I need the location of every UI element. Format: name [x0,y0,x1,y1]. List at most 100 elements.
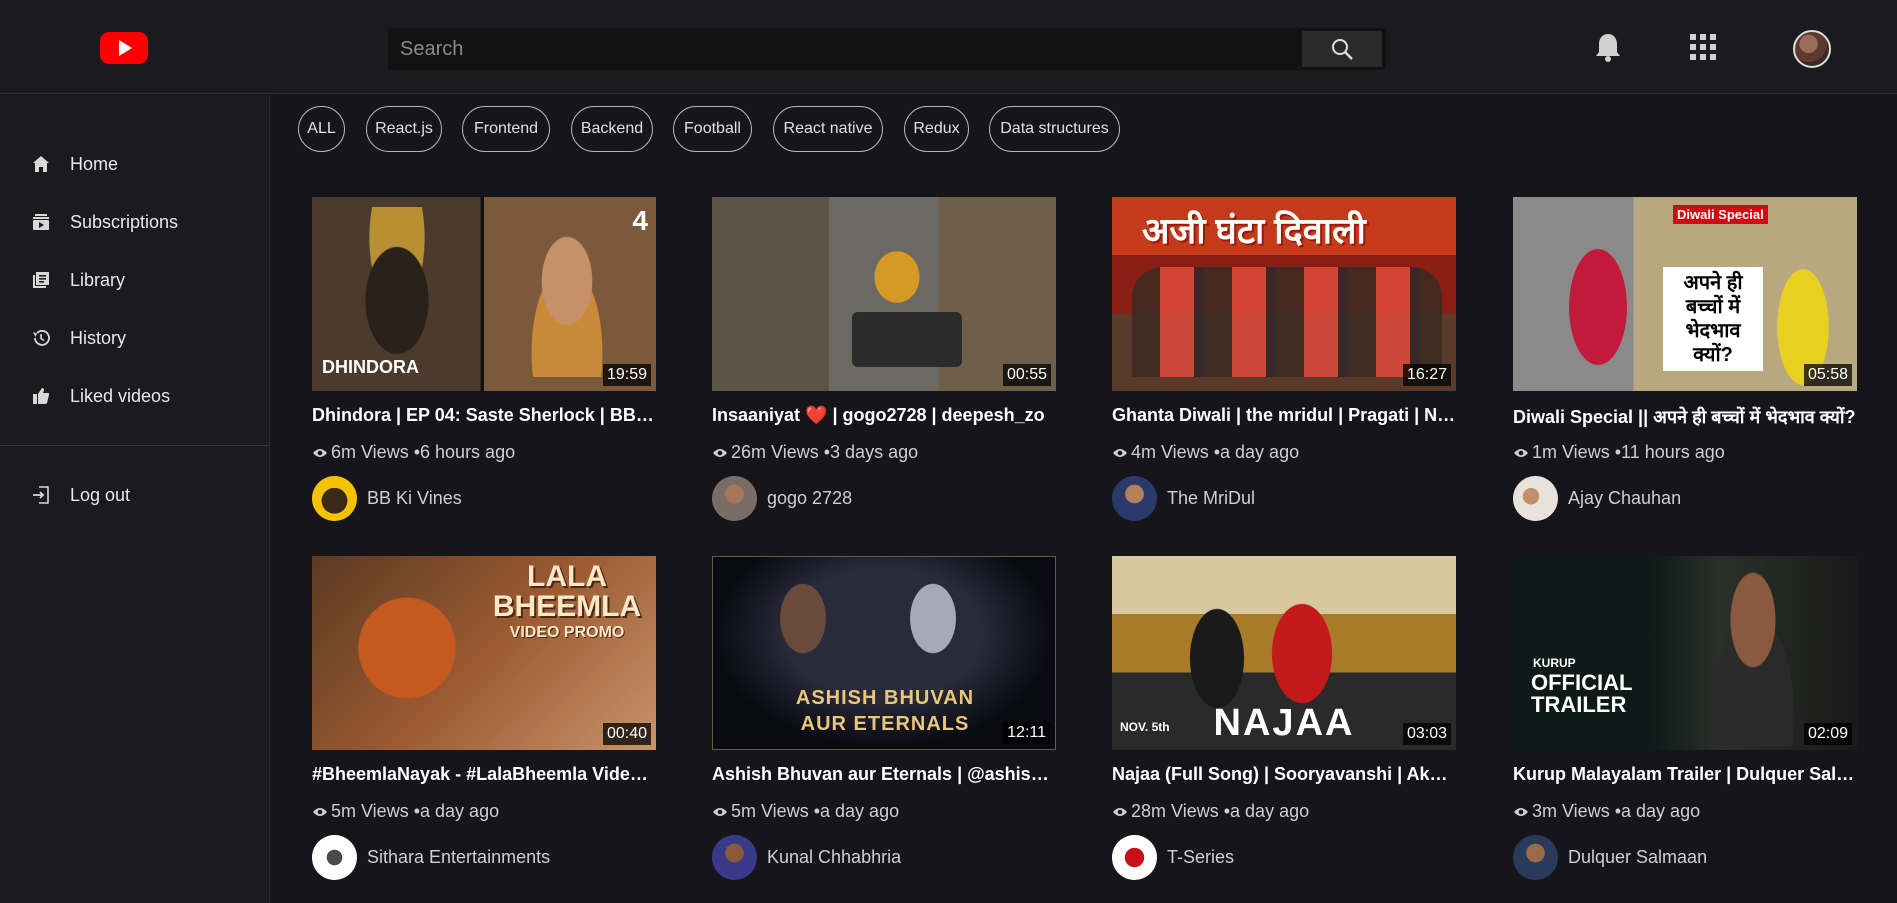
channel-info[interactable]: T-Series [1112,834,1234,880]
channel-name[interactable]: Dulquer Salmaan [1568,847,1707,868]
apps-grid-icon[interactable] [1690,34,1716,60]
video-title[interactable]: Ashish Bhuvan aur Eternals | @ashish cha… [712,764,1056,785]
channel-name[interactable]: The MriDul [1167,488,1255,509]
video-thumbnail[interactable]: LALA BHEEMLA VIDEO PROMO 00:40 [312,556,656,750]
video-thumbnail[interactable]: Diwali Special अपने ही बच्चों में भेदभाव… [1513,197,1857,391]
duration-badge: 12:11 [1003,722,1050,744]
chip-football[interactable]: Football [673,106,752,152]
subscriptions-icon [30,211,52,233]
upload-time: •6 hours ago [413,442,516,462]
eye-icon [1112,447,1128,459]
view-count: 6m Views [331,442,409,462]
duration-badge: 05:58 [1803,364,1852,386]
channel-name[interactable]: T-Series [1167,847,1234,868]
youtube-logo[interactable] [100,32,148,64]
channel-avatar[interactable] [712,834,757,880]
thumbnail-title-text: OFFICIAL TRAILER [1531,670,1633,717]
video-card[interactable]: KURUP OFFICIAL TRAILER 02:09 Kurup Malay… [1513,556,1857,886]
video-title[interactable]: Ghanta Diwali | the mridul | Pragati | N… [1112,405,1456,426]
search-input[interactable] [388,28,1300,70]
video-title[interactable]: Kurup Malayalam Trailer | Dulquer Salmaa… [1513,764,1857,785]
channel-avatar[interactable] [1112,475,1157,521]
chip-all[interactable]: ALL [298,106,345,152]
chip-data-structures[interactable]: Data structures [989,106,1120,152]
channel-avatar[interactable] [312,834,357,880]
channel-avatar[interactable] [312,475,357,521]
video-meta: 26m Views •3 days ago [712,442,918,463]
thumbnail-badge: Diwali Special [1673,205,1768,224]
sidebar-item-label: Liked videos [70,385,171,406]
channel-name[interactable]: BB Ki Vines [367,488,462,509]
video-card[interactable]: ASHISH BHUVAN AUR ETERNALS 12:11 Ashish … [712,556,1056,886]
eye-icon [312,806,328,818]
channel-info[interactable]: Sithara Entertainments [312,834,550,880]
channel-avatar[interactable] [1513,834,1558,880]
channel-info[interactable]: The MriDul [1112,475,1255,521]
video-card[interactable]: DHINDORA 4 19:59 Dhindora | EP 04: Saste… [312,197,656,527]
upload-time: •a day ago [813,801,900,821]
home-icon [30,153,52,175]
sidebar-item-logout[interactable]: Log out [0,473,270,517]
channel-name[interactable]: Kunal Chhabhria [767,847,901,868]
duration-badge: 02:09 [1803,723,1852,745]
channel-info[interactable]: gogo 2728 [712,475,852,521]
video-card[interactable]: NAJAA NOV. 5th 03:03 Najaa (Full Song) |… [1112,556,1456,886]
sidebar-item-library[interactable]: Library [0,258,270,302]
channel-avatar[interactable] [1112,834,1157,880]
chip-reactjs[interactable]: React.js [366,106,442,152]
sidebar-item-history[interactable]: History [0,316,270,360]
channel-info[interactable]: BB Ki Vines [312,475,462,521]
view-count: 5m Views [731,801,809,821]
sidebar-item-subscriptions[interactable]: Subscriptions [0,200,270,244]
search-button[interactable] [1302,31,1382,67]
sidebar-item-liked-videos[interactable]: Liked videos [0,374,270,418]
eye-icon [1513,447,1529,459]
notifications-button[interactable] [1594,32,1622,67]
chip-frontend[interactable]: Frontend [462,106,550,152]
upload-time: •11 hours ago [1614,442,1725,462]
thumbs-up-icon [30,385,52,407]
video-meta: 6m Views •6 hours ago [312,442,515,463]
eye-icon [312,447,328,459]
eye-icon [1112,806,1128,818]
chip-redux[interactable]: Redux [904,106,969,152]
history-icon [30,327,52,349]
chip-react-native[interactable]: React native [773,106,883,152]
video-title[interactable]: #BheemlaNayak - #LalaBheemla Video Promo [312,764,656,785]
video-thumbnail[interactable]: ASHISH BHUVAN AUR ETERNALS 12:11 [712,556,1056,750]
channel-name[interactable]: Sithara Entertainments [367,847,550,868]
sidebar-item-label: Library [70,269,126,290]
video-thumbnail[interactable]: NAJAA NOV. 5th 03:03 [1112,556,1456,750]
video-title[interactable]: Najaa (Full Song) | Sooryavanshi | Aksha… [1112,764,1456,785]
video-thumbnail[interactable]: DHINDORA 4 19:59 [312,197,656,391]
channel-info[interactable]: Kunal Chhabhria [712,834,901,880]
video-card[interactable]: अजी घंटा दिवाली 16:27 Ghanta Diwali | th… [1112,197,1456,527]
channel-avatar[interactable] [712,475,757,521]
view-count: 26m Views [731,442,819,462]
video-thumbnail[interactable]: 00:55 [712,197,1056,391]
sidebar-item-home[interactable]: Home [0,142,270,186]
channel-name[interactable]: Ajay Chauhan [1568,488,1681,509]
duration-badge: 16:27 [1402,364,1451,386]
upload-time: •a day ago [1223,801,1310,821]
sidebar-item-label: Subscriptions [70,211,179,232]
video-title[interactable]: Diwali Special || अपने ही बच्चों में भेद… [1513,405,1857,429]
chip-backend[interactable]: Backend [571,106,653,152]
video-card[interactable]: 00:55 Insaaniyat ❤️ | gogo2728 | deepesh… [712,197,1056,527]
video-meta: 5m Views •a day ago [312,801,499,822]
channel-info[interactable]: Ajay Chauhan [1513,475,1681,521]
video-card[interactable]: LALA BHEEMLA VIDEO PROMO 00:40 #BheemlaN… [312,556,656,886]
channel-avatar[interactable] [1513,475,1558,521]
video-card[interactable]: Diwali Special अपने ही बच्चों में भेदभाव… [1513,197,1857,527]
channel-info[interactable]: Dulquer Salmaan [1513,834,1707,880]
video-title[interactable]: Insaaniyat ❤️ | gogo2728 | deepesh_zo [712,405,1056,426]
channel-name[interactable]: gogo 2728 [767,488,852,509]
thumbnail-title-text: DHINDORA [322,357,419,377]
search-bar [388,28,1386,70]
user-avatar[interactable] [1793,30,1831,68]
video-thumbnail[interactable]: KURUP OFFICIAL TRAILER 02:09 [1513,556,1857,750]
video-title[interactable]: Dhindora | EP 04: Saste Sherlock | BB Ki… [312,405,656,426]
thumbnail-badge: NOV. 5th [1120,720,1170,734]
video-thumbnail[interactable]: अजी घंटा दिवाली 16:27 [1112,197,1456,391]
view-count: 3m Views [1532,801,1610,821]
